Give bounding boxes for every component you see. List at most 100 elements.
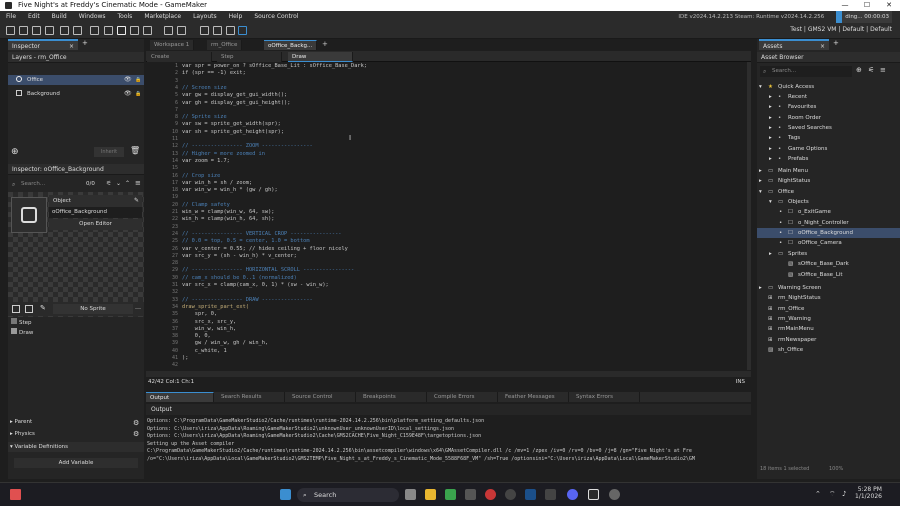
- output-tab[interactable]: Output: [146, 392, 214, 402]
- code-line[interactable]: var sh = sprite_get_height(spr);: [182, 129, 284, 136]
- asset-tree-item[interactable]: ▸ • Prefabs: [757, 154, 900, 164]
- inherit-button[interactable]: Inherit: [94, 147, 124, 157]
- expand-icon[interactable]: ▸: [769, 154, 772, 164]
- tab-oOffice-background[interactable]: oOffice_Backg...: [264, 40, 318, 50]
- add-asset-icon[interactable]: ⊕: [856, 66, 862, 74]
- code-line[interactable]: spr, 0,: [182, 311, 217, 318]
- close-button[interactable]: ✕: [878, 0, 900, 11]
- close-icon[interactable]: ×: [820, 41, 825, 52]
- redo-icon[interactable]: [73, 26, 82, 35]
- output-log[interactable]: Options: C:\ProgramData\GameMakerStudio2…: [146, 418, 750, 472]
- settings-icon[interactable]: [164, 26, 173, 35]
- code-line[interactable]: // Screen size: [182, 85, 227, 92]
- output-tab[interactable]: Breakpoints: [359, 392, 427, 402]
- close-icon[interactable]: ×: [69, 41, 74, 52]
- code-line[interactable]: // ---------------- HORIZONTAL SCROLL --…: [182, 267, 354, 274]
- code-line[interactable]: // ---------------- ZOOM ---------------…: [182, 143, 313, 150]
- sprite-select[interactable]: No Sprite: [53, 304, 133, 314]
- discord-icon[interactable]: [567, 489, 578, 500]
- object-name-field[interactable]: oOffice_Background: [49, 207, 142, 218]
- asset-tree-item[interactable]: ▾ ▭ Office: [757, 187, 900, 197]
- expand-icon[interactable]: ▾: [769, 197, 772, 207]
- code-line[interactable]: var win_h = sh / zoom;: [182, 180, 252, 187]
- asset-tree-item[interactable]: ▸ ▭ Sprites: [757, 249, 900, 259]
- maximize-button[interactable]: ☐: [856, 0, 878, 11]
- excel-icon[interactable]: [445, 489, 456, 500]
- add-layer-icon[interactable]: ⊕: [11, 147, 19, 157]
- visibility-icon[interactable]: 👁: [124, 89, 132, 99]
- event-tab-create[interactable]: Create: [147, 52, 212, 62]
- expand-icon[interactable]: ▸: [769, 92, 772, 102]
- code-line[interactable]: c_white, 1: [182, 348, 227, 355]
- menu-marketplace[interactable]: Marketplace: [138, 11, 187, 23]
- code-line[interactable]: src_x, src_y,: [182, 319, 236, 326]
- code-line[interactable]: var src_y = (sh - win_h) * v_center;: [182, 253, 297, 260]
- volume-icon[interactable]: ♪: [842, 490, 846, 498]
- code-line[interactable]: win_w = clamp(win_w, 64, sw);: [182, 209, 274, 216]
- task-view-icon[interactable]: [405, 489, 416, 500]
- lock-icon[interactable]: 🔒: [135, 75, 141, 85]
- target-icon[interactable]: [177, 26, 186, 35]
- add-tab-icon[interactable]: +: [833, 39, 839, 47]
- asset-tree-item[interactable]: ⊞ rmMainMenu: [757, 324, 900, 334]
- expand-icon[interactable]: ▸: [769, 144, 772, 154]
- chevron-up-icon[interactable]: ⌃: [125, 180, 130, 187]
- add-variable-button[interactable]: Add Variable: [14, 458, 138, 468]
- undo-icon[interactable]: [60, 26, 69, 35]
- settings-icon[interactable]: [609, 489, 620, 500]
- wifi-icon[interactable]: ⌔: [829, 490, 836, 499]
- asset-tree-item[interactable]: • ☐ oOffice_Background: [757, 228, 900, 239]
- code-line[interactable]: // Clamp safety: [182, 202, 230, 209]
- stop-icon[interactable]: [130, 26, 139, 35]
- code-line[interactable]: win_w, win_h,: [182, 326, 236, 333]
- gms2-icon[interactable]: [238, 26, 247, 35]
- section-variable-definitions[interactable]: ▾ Variable Definitions: [8, 442, 144, 452]
- code-line[interactable]: // ---------------- VERTICAL CROP ------…: [182, 231, 341, 238]
- code-line[interactable]: // Sprite size: [182, 114, 227, 121]
- expand-icon[interactable]: ▸: [769, 123, 772, 133]
- asset-tree-item[interactable]: ▸ • Room Order: [757, 113, 900, 123]
- zoom-reset-icon[interactable]: [213, 26, 222, 35]
- code-line[interactable]: var gh = display_get_gui_height();: [182, 100, 290, 107]
- save-icon[interactable]: [32, 26, 41, 35]
- asset-tree-item[interactable]: ⊞ rm_NightStatus: [757, 293, 900, 303]
- expand-icon[interactable]: ▸: [769, 102, 772, 112]
- visibility-icon[interactable]: 👁: [124, 75, 132, 85]
- expand-icon[interactable]: ▾: [759, 82, 762, 92]
- add-workspace-icon[interactable]: +: [322, 40, 328, 48]
- code-line[interactable]: // ---------------- DRAW ---------------…: [182, 297, 313, 304]
- asset-tree-item[interactable]: ▸ ▭ Main Menu: [757, 166, 900, 176]
- layer-row-background[interactable]: Background 👁 🔒: [8, 89, 144, 99]
- start-icon[interactable]: [280, 489, 291, 500]
- chevron-down-icon[interactable]: ⌄: [116, 180, 121, 187]
- asset-tree-item[interactable]: ▸ • Favourites: [757, 102, 900, 112]
- zoom-in-icon[interactable]: [226, 26, 235, 35]
- inspector-tab[interactable]: Inspector ×: [8, 39, 78, 50]
- output-tab[interactable]: Feather Messages: [501, 392, 569, 402]
- code-line[interactable]: var gw = display_get_gui_width();: [182, 92, 287, 99]
- lock-icon[interactable]: 🔒: [135, 89, 141, 99]
- menu-layouts[interactable]: Layouts: [187, 11, 223, 23]
- code-line[interactable]: var v_center = 0.55; // hides ceiling + …: [182, 246, 348, 253]
- widget-icon[interactable]: [10, 489, 21, 500]
- menu-file[interactable]: File: [0, 11, 22, 23]
- code-line[interactable]: var sw = sprite_get_width(spr);: [182, 121, 281, 128]
- target-info[interactable]: Test | GMS2 VM | Default | Default: [790, 26, 892, 33]
- expand-icon[interactable]: •: [779, 228, 782, 238]
- code-line[interactable]: // 0.0 = top, 0.5 = center, 1.0 = bottom: [182, 238, 310, 245]
- code-line[interactable]: gw / win_w, gh / win_h,: [182, 340, 268, 347]
- output-tab[interactable]: Source Control: [288, 392, 356, 402]
- menu-source-control[interactable]: Source Control: [248, 11, 304, 23]
- menu-build[interactable]: Build: [46, 11, 73, 23]
- edit-sprite-icon[interactable]: ✎: [40, 304, 46, 312]
- section-parent[interactable]: ▸ Parent: [10, 419, 32, 425]
- zoom-out-icon[interactable]: [200, 26, 209, 35]
- expand-icon[interactable]: ▸: [759, 283, 762, 293]
- expand-icon[interactable]: ▸: [759, 166, 762, 176]
- code-line[interactable]: var src_x = clamp(cam_x, 0, 1) * (sw - w…: [182, 282, 329, 289]
- expand-icon[interactable]: •: [779, 238, 782, 248]
- asset-tree-item[interactable]: • ☐ oOffice_Camera: [757, 238, 900, 248]
- clock[interactable]: 5:28 PM 1/1/2026: [855, 486, 882, 500]
- editor-scrollbar[interactable]: [747, 62, 751, 370]
- sprite-icon[interactable]: [12, 305, 20, 313]
